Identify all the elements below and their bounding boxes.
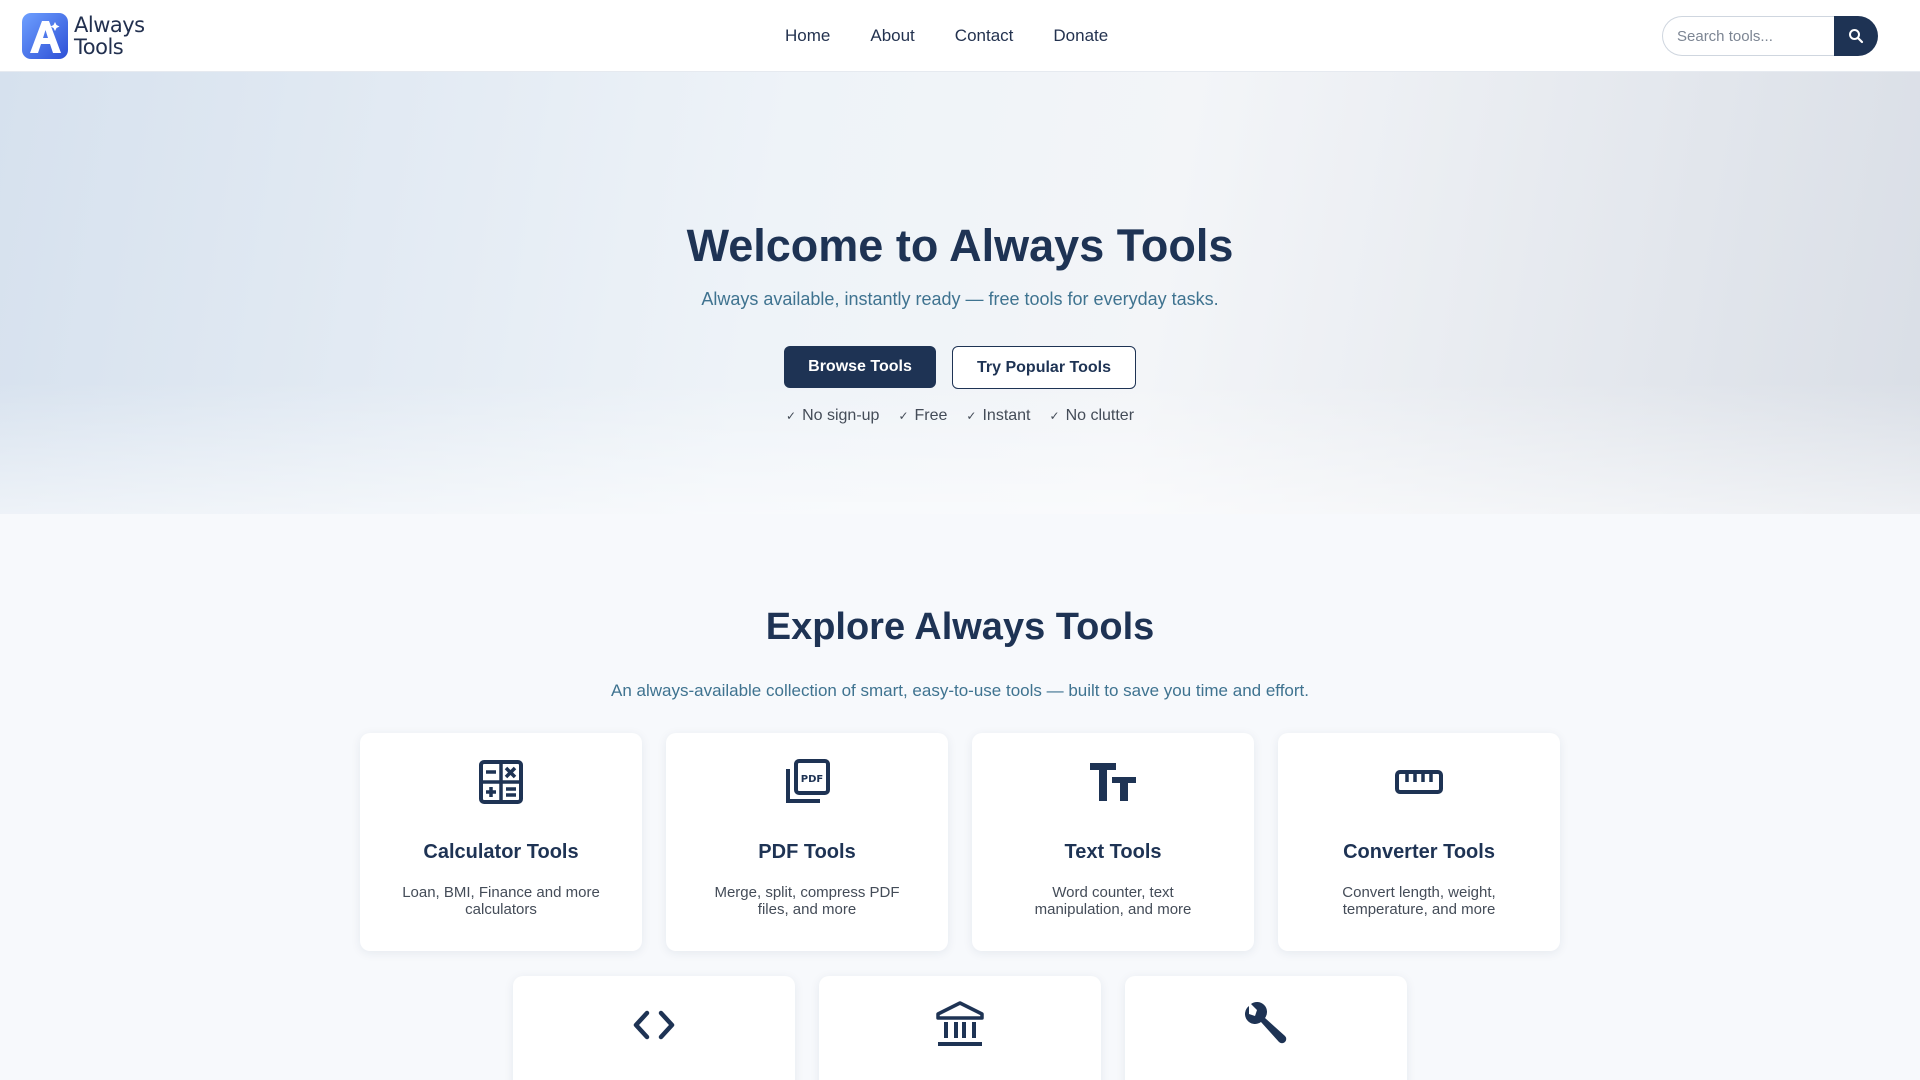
card-title: PDF Tools [758, 841, 856, 863]
pdf-icon: PDF [786, 759, 830, 803]
tool-card-finance[interactable] [819, 976, 1101, 1080]
tool-card-developer[interactable] [513, 976, 795, 1080]
tool-card-pdf[interactable]: PDF PDF Tools Merge, split, compress PDF… [666, 733, 948, 951]
perk-label: Instant [982, 407, 1031, 424]
hero-title: Welcome to Always Tools [686, 220, 1234, 271]
nav-contact-link[interactable]: Contact [955, 26, 1014, 46]
site-header: Always Tools Home About Contact Donate [0, 0, 1920, 72]
ruler-icon [1395, 770, 1443, 794]
search-bar [1662, 16, 1878, 56]
card-description: Merge, split, compress PDF files, and mo… [714, 884, 900, 918]
logo-text-line1: Always [74, 13, 145, 37]
browse-tools-button[interactable]: Browse Tools [784, 346, 936, 388]
tool-card-text[interactable]: Text Tools Word counter, text manipulati… [972, 733, 1254, 951]
search-icon [1849, 29, 1864, 44]
check-icon: ✓ [966, 409, 977, 423]
check-icon: ✓ [898, 409, 909, 423]
logo-text-line2: Tools [74, 35, 124, 59]
search-button[interactable] [1834, 16, 1878, 56]
card-description: Word counter, text manipulation, and mor… [1034, 884, 1192, 918]
main-nav: Home About Contact Donate [785, 26, 1148, 46]
nav-donate-link[interactable]: Donate [1053, 26, 1108, 46]
perk-label: No sign-up [802, 407, 880, 424]
perks-list: ✓ No sign-up ✓ Free ✓ Instant ✓ No clutter [786, 407, 1153, 425]
explore-subtitle: An always-available collection of smart,… [611, 681, 1309, 700]
card-title: Text Tools [1064, 841, 1162, 863]
site-logo[interactable]: Always Tools [22, 13, 145, 59]
card-title: Calculator Tools [423, 841, 579, 863]
tool-card-utility[interactable] [1125, 976, 1407, 1080]
logo-mark-icon [22, 13, 68, 59]
hero-buttons: Browse Tools Try Popular Tools [784, 346, 1136, 389]
check-icon: ✓ [786, 409, 797, 423]
nav-home-link[interactable]: Home [785, 26, 830, 46]
perk-label: Free [914, 407, 948, 424]
explore-title: Explore Always Tools [765, 606, 1155, 648]
perk-label: No clutter [1065, 407, 1135, 424]
check-icon: ✓ [1049, 409, 1060, 423]
card-description: Convert length, weight, temperature, and… [1342, 884, 1496, 918]
logo-text: Always Tools [74, 14, 145, 58]
nav-about-link[interactable]: About [870, 26, 914, 46]
bank-icon [936, 1001, 984, 1046]
wrench-icon [1245, 1002, 1287, 1044]
code-icon [633, 1010, 675, 1040]
perk-item: ✓ No clutter [1050, 407, 1135, 425]
card-description: Loan, BMI, Finance and more calculators [402, 884, 600, 918]
tool-card-calculator[interactable]: Calculator Tools Loan, BMI, Finance and … [360, 733, 642, 951]
text-icon [1090, 763, 1136, 801]
try-popular-tools-button[interactable]: Try Popular Tools [952, 346, 1136, 389]
tool-card-converter[interactable]: Converter Tools Convert length, weight, … [1278, 733, 1560, 951]
hero-subtitle: Always available, instantly ready — free… [701, 289, 1219, 309]
calculator-icon [479, 760, 523, 804]
perk-item: ✓ Free [898, 407, 947, 425]
card-title: Converter Tools [1343, 841, 1495, 863]
search-input[interactable] [1662, 16, 1834, 56]
perk-item: ✓ Instant [966, 407, 1030, 425]
hero-section: Welcome to Always Tools Always available… [0, 72, 1920, 514]
perk-item: ✓ No sign-up [786, 407, 879, 425]
svg-text:PDF: PDF [801, 774, 823, 785]
